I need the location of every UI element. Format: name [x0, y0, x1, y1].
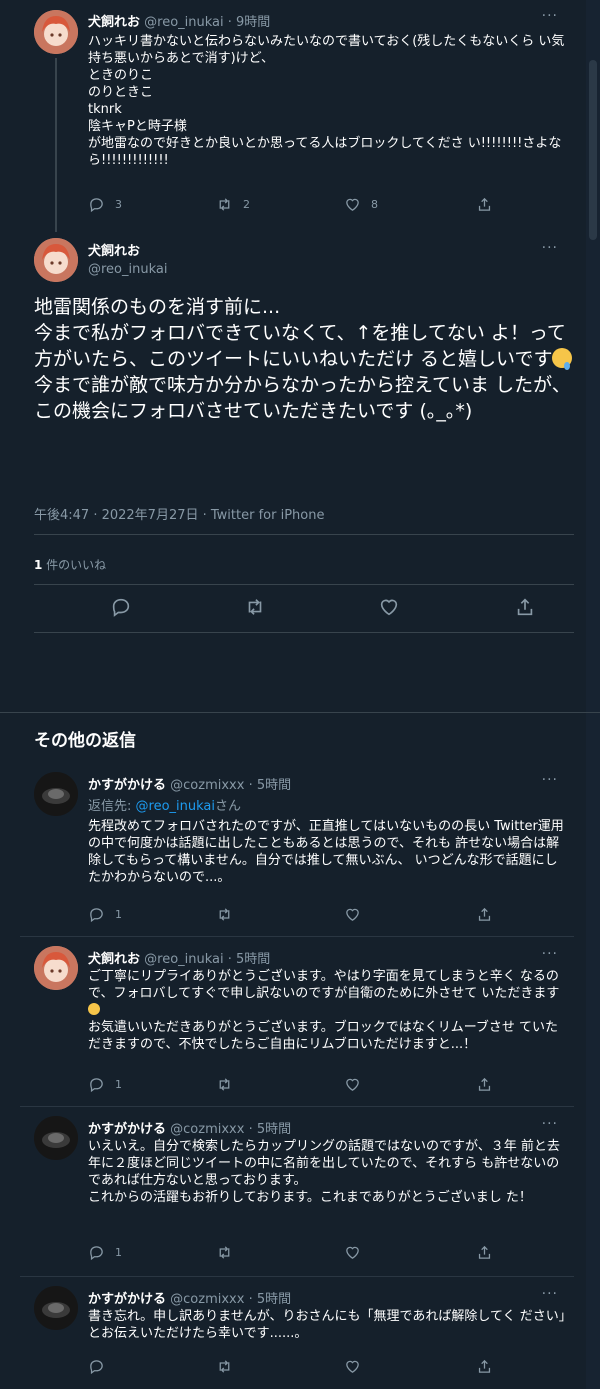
bowing-person-icon	[88, 1003, 100, 1015]
heart-icon	[346, 1078, 359, 1091]
author-meta: @cozmixxx · 5時間	[170, 778, 292, 793]
retweet-button[interactable]	[216, 906, 243, 923]
reply-icon	[90, 1078, 103, 1093]
retweet-icon	[219, 908, 230, 921]
like-button[interactable]	[344, 1244, 371, 1261]
divider	[20, 1106, 574, 1107]
heart-icon	[346, 1360, 359, 1373]
reply-count: 1	[115, 908, 122, 921]
replying-to-suffix: さん	[215, 799, 242, 814]
tweet-actions: 1	[88, 1076, 518, 1096]
retweet-button[interactable]	[216, 1076, 243, 1093]
more-icon[interactable]: ···	[542, 946, 558, 962]
retweet-button[interactable]	[216, 1358, 243, 1375]
reply-tweet[interactable]: 犬飼れお @reo_inukai · 5時間 ··· ご丁寧にリプライありがとう…	[20, 942, 574, 1108]
share-button[interactable]	[476, 1358, 503, 1375]
reply-icon	[90, 908, 103, 923]
reply-count: 1	[115, 1246, 122, 1259]
avatar[interactable]	[34, 1116, 78, 1160]
tweet-header: かすがかける @cozmixxx · 5時間	[88, 774, 291, 793]
reply-tweet[interactable]: かすがかける @cozmixxx · 5時間 ··· 返信先: @reo_inu…	[20, 768, 574, 936]
replying-to-prefix: 返信先:	[88, 799, 136, 814]
heart-icon	[346, 1246, 359, 1259]
more-icon[interactable]: ···	[542, 1116, 558, 1132]
share-button[interactable]	[476, 1076, 503, 1093]
share-icon	[478, 1077, 491, 1091]
author-name[interactable]: 犬飼れお	[88, 952, 140, 967]
section-title: その他の返信	[34, 731, 136, 751]
tweet-text: いえいえ。自分で検索したらカップリングの話題ではないのですが、３年 前と去年に２…	[88, 1139, 560, 1205]
reply-button[interactable]	[88, 1358, 115, 1375]
twitter-thread-page: 犬飼れお @reo_inukai · 9時間 ··· ハッキリ書かないと伝わらな…	[0, 0, 600, 1389]
tweet-actions: 1	[88, 1244, 518, 1264]
author-meta: @cozmixxx · 5時間	[170, 1122, 292, 1137]
author-name[interactable]: かすがかける	[88, 778, 166, 793]
reply-icon	[90, 1360, 103, 1375]
share-button[interactable]	[476, 906, 503, 923]
reply-button[interactable]: 1	[88, 1244, 122, 1261]
tweet-text-part2: お気遣いいただきありがとうございます。ブロックではなくリムーブさせ ていただきま…	[88, 1020, 559, 1052]
like-button[interactable]	[344, 906, 371, 923]
share-icon	[478, 1359, 491, 1373]
retweet-button[interactable]	[216, 1244, 243, 1261]
share-icon	[478, 907, 491, 921]
tweet-header: かすがかける @cozmixxx · 5時間	[88, 1288, 291, 1307]
reply-tweet[interactable]: かすがかける @cozmixxx · 5時間 ··· いえいえ。自分で検索したら…	[20, 1112, 574, 1276]
avatar[interactable]	[34, 772, 78, 816]
mention-link[interactable]: @reo_inukai	[136, 799, 215, 814]
author-meta: @cozmixxx · 5時間	[170, 1292, 292, 1307]
like-button[interactable]	[344, 1358, 371, 1375]
divider	[20, 936, 574, 937]
reply-button[interactable]: 1	[88, 906, 122, 923]
tweet-header: 犬飼れお @reo_inukai · 5時間	[88, 948, 270, 967]
divider	[20, 1276, 574, 1277]
reply-count: 1	[115, 1078, 122, 1091]
tweet-actions	[88, 1358, 518, 1378]
like-button[interactable]	[344, 1076, 371, 1093]
heart-icon	[346, 908, 359, 921]
tweet-actions: 1	[88, 906, 518, 926]
author-meta: @reo_inukai · 5時間	[144, 952, 271, 967]
reply-icon	[90, 1246, 103, 1261]
author-name[interactable]: かすがかける	[88, 1292, 166, 1307]
avatar[interactable]	[34, 946, 78, 990]
tweet-header: かすがかける @cozmixxx · 5時間	[88, 1118, 291, 1137]
reply-button[interactable]: 1	[88, 1076, 122, 1093]
tweet-text-part1: ご丁寧にリプライありがとうございます。やはり字面を見てしまうと辛く なるので、フ…	[88, 969, 560, 1001]
share-button[interactable]	[476, 1244, 503, 1261]
more-icon[interactable]: ···	[542, 772, 558, 788]
scrollbar-thumb[interactable]	[589, 60, 597, 240]
share-icon	[478, 1245, 491, 1259]
tweet-text: 先程改めてフォロバされたのですが、正直推してはいないものの長い Twitter運…	[88, 819, 564, 885]
retweet-icon	[219, 1078, 230, 1091]
replies-column: その他の返信 かすがかける @cozmixxx · 5時間 ··· 返信先: @…	[20, 0, 574, 1389]
more-icon[interactable]: ···	[542, 1286, 558, 1302]
retweet-icon	[219, 1246, 230, 1259]
replying-to: 返信先: @reo_inukaiさん	[88, 795, 241, 814]
scrollbar[interactable]	[586, 0, 600, 1389]
tweet-text: ご丁寧にリプライありがとうございます。やはり字面を見てしまうと辛く なるので、フ…	[88, 968, 568, 1053]
retweet-icon	[219, 1360, 230, 1373]
author-name[interactable]: かすがかける	[88, 1122, 166, 1137]
reply-tweet[interactable]: かすがかける @cozmixxx · 5時間 ··· 書き忘れ。申し訳ありません…	[20, 1282, 574, 1389]
avatar[interactable]	[34, 1286, 78, 1330]
tweet-text: 書き忘れ。申し訳ありませんが、りおさんにも「無理であれば解除してく ださい」とお…	[88, 1309, 566, 1341]
